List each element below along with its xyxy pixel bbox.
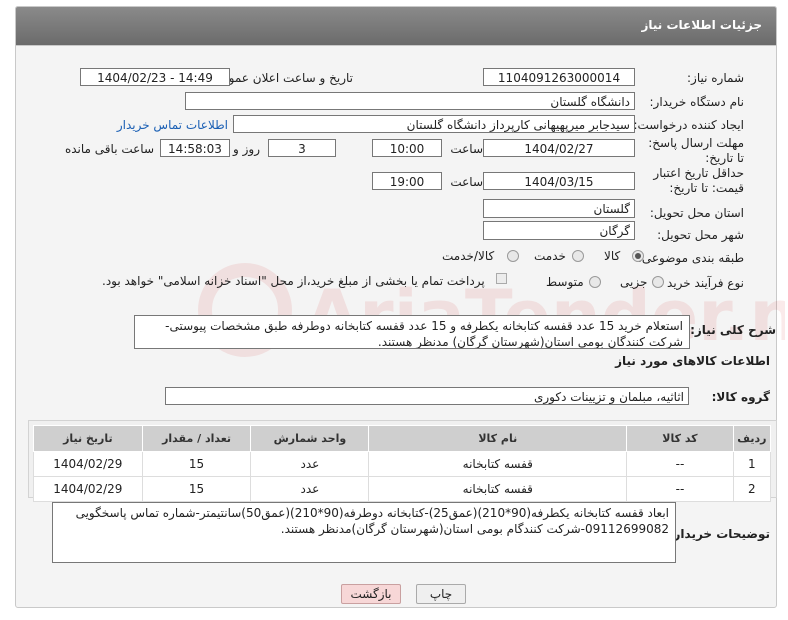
days-remaining-field: 3: [268, 139, 336, 157]
cell-need-date: 1404/02/29: [33, 476, 143, 502]
remaining-time-label: ساعت باقی مانده: [64, 142, 154, 156]
requester-label: ایجاد کننده درخواست:: [633, 118, 744, 132]
deadline-label: مهلت ارسال پاسخ: تا تاریخ:: [648, 136, 744, 165]
table-row: 2 -- قفسه کتابخانه عدد 15 1404/02/29: [33, 476, 772, 502]
col-unit: واحد شمارش: [250, 425, 370, 452]
cell-unit: عدد: [250, 451, 370, 477]
category-label: طبقه بندی موضوعی:: [637, 251, 744, 265]
cell-quantity: 15: [141, 476, 252, 502]
cell-item-code: --: [626, 476, 734, 502]
col-quantity: تعداد / مقدار: [141, 425, 252, 452]
process-medium-label: متوسط: [546, 275, 584, 289]
cell-need-date: 1404/02/29: [33, 451, 143, 477]
treasury-payment-note: پرداخت تمام یا بخشی از مبلغ خرید،از محل …: [102, 274, 485, 288]
cell-item-name: قفسه کتابخانه: [368, 451, 628, 477]
category-goods-service-label: کالا/خدمت: [442, 249, 495, 263]
goods-group-field: اثاثیه، مبلمان و تزیینات دکوری: [165, 387, 689, 405]
table-row: 1 -- قفسه کتابخانه عدد 15 1404/02/29: [33, 451, 772, 477]
buyer-contact-link[interactable]: اطلاعات تماس خریدار: [117, 118, 228, 132]
deadline-time-label: ساعت: [450, 142, 483, 156]
requester-field: سیدجابر میرپهیهانی کارپرداز دانشگاه گلست…: [233, 115, 635, 133]
col-row-number: ردیف: [732, 425, 772, 452]
print-button[interactable]: چاپ: [416, 584, 466, 604]
category-goods-radio[interactable]: [632, 250, 644, 262]
process-medium-radio[interactable]: [589, 276, 601, 288]
province-field: گلستان: [483, 199, 635, 218]
description-label: شرح کلی نیاز:: [690, 323, 776, 337]
days-label: روز و: [233, 142, 260, 156]
cell-row-number: 1: [732, 451, 772, 477]
province-label: استان محل تحویل:: [649, 206, 744, 220]
need-number-label: شماره نیاز:: [687, 71, 744, 85]
city-field: گرگان: [483, 221, 635, 240]
goods-table-header: ردیف کد کالا نام کالا واحد شمارش تعداد /…: [33, 425, 772, 452]
buyer-notes-label: توضیحات خریدار:: [668, 527, 770, 541]
process-minor-label: جزیی: [620, 275, 648, 289]
panel-header: جزئیات اطلاعات نیاز: [15, 6, 777, 46]
page-title: جزئیات اطلاعات نیاز: [641, 18, 762, 32]
validity-date-field: 1404/03/15: [483, 172, 635, 190]
deadline-date-field: 1404/02/27: [483, 139, 635, 157]
buyer-notes-text: ابعاد قفسه کتابخانه یکطرفه(90*210)(عمق25…: [52, 502, 676, 563]
category-goods-service-radio[interactable]: [507, 250, 519, 262]
cell-row-number: 2: [732, 476, 772, 502]
cell-quantity: 15: [141, 451, 252, 477]
treasury-payment-checkbox[interactable]: [496, 273, 507, 284]
cell-unit: عدد: [250, 476, 370, 502]
deadline-time-field: 10:00: [372, 139, 442, 157]
col-need-date: تاریخ نیاز: [33, 425, 143, 452]
category-service-label: خدمت: [534, 249, 566, 263]
need-number-field: 1104091263000014: [483, 68, 635, 86]
process-minor-radio[interactable]: [652, 276, 664, 288]
goods-section-title: اطلاعات کالاهای مورد نیاز: [615, 354, 770, 368]
back-button[interactable]: بازگشت: [341, 584, 401, 604]
validity-label: حداقل تاریخ اعتبار قیمت: تا تاریخ:: [653, 166, 744, 195]
validity-time-field: 19:00: [372, 172, 442, 190]
category-service-radio[interactable]: [572, 250, 584, 262]
cell-item-name: قفسه کتابخانه: [368, 476, 628, 502]
process-type-label: نوع فرآیند خرید :: [659, 276, 744, 290]
announce-datetime-field: 1404/02/23 - 14:49: [80, 68, 230, 86]
goods-table: ردیف کد کالا نام کالا واحد شمارش تعداد /…: [33, 425, 772, 502]
description-text: استعلام خرید 15 عدد قفسه کتابخانه یکطرفه…: [134, 315, 690, 349]
city-label: شهر محل تحویل:: [657, 228, 744, 242]
col-item-code: کد کالا: [626, 425, 734, 452]
col-item-name: نام کالا: [368, 425, 628, 452]
category-goods-label: کالا: [604, 249, 621, 263]
cell-item-code: --: [626, 451, 734, 477]
buyer-org-label: نام دستگاه خریدار:: [649, 95, 745, 109]
buyer-org-field: دانشگاه گلستان: [185, 92, 635, 110]
goods-group-label: گروه کالا:: [711, 390, 770, 404]
validity-time-label: ساعت: [450, 175, 483, 189]
remaining-time-field: 14:58:03: [160, 139, 230, 157]
